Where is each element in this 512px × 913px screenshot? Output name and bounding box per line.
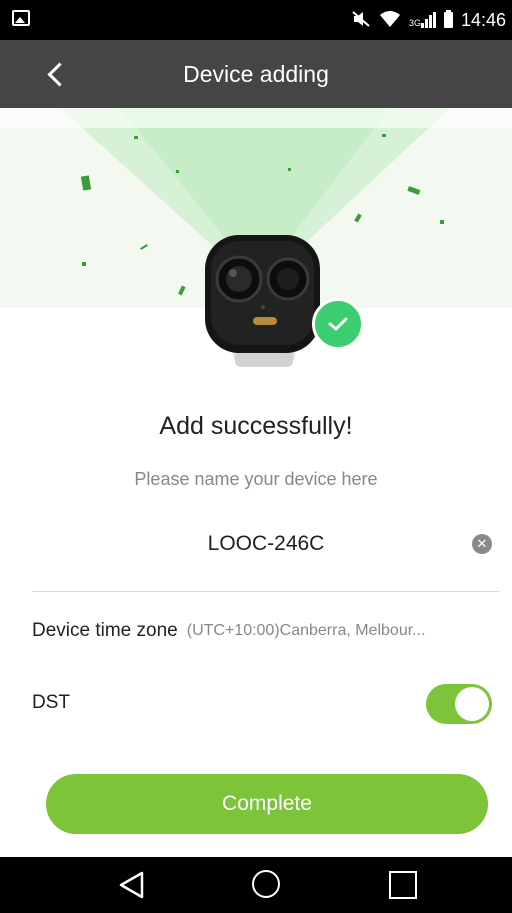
- chevron-left-icon: [46, 61, 72, 87]
- success-check-icon: [312, 298, 364, 350]
- page-title: Device adding: [183, 61, 329, 87]
- divider: [32, 591, 500, 592]
- back-button[interactable]: [36, 56, 76, 92]
- device-name-field[interactable]: LOOC-246C ✕: [32, 524, 500, 568]
- app-bar: Device adding: [0, 40, 512, 108]
- dst-toggle[interactable]: [426, 684, 492, 724]
- camera-icon: [205, 235, 320, 367]
- success-heading: Add successfully!: [159, 412, 353, 440]
- toggle-knob: [455, 687, 489, 721]
- time-zone-value: (UTC+10:00)Canberra, Melbour...: [186, 622, 426, 639]
- complete-button[interactable]: Complete: [46, 774, 488, 834]
- signal-icon: 3G: [409, 12, 436, 28]
- network-type: 3G: [408, 18, 421, 28]
- status-icons: 3G 14:46: [351, 0, 506, 40]
- battery-icon: [443, 10, 453, 28]
- status-time: 14:46: [460, 9, 506, 30]
- device-name-input[interactable]: LOOC-246C: [32, 532, 500, 556]
- status-bar: 3G 14:46: [0, 0, 512, 40]
- time-zone-row[interactable]: Device time zone (UTC+10:00)Canberra, Me…: [32, 613, 500, 649]
- dst-row: DST: [32, 684, 492, 724]
- system-nav-bar: [0, 857, 512, 913]
- clear-icon[interactable]: ✕: [472, 534, 492, 554]
- wifi-icon: [379, 10, 401, 31]
- dst-label: DST: [32, 692, 70, 713]
- mute-icon: [351, 10, 371, 31]
- nav-recent-apps-icon[interactable]: [389, 871, 417, 899]
- nav-home-icon[interactable]: [252, 870, 280, 898]
- nav-back-icon[interactable]: [116, 869, 148, 901]
- name-prompt: Please name your device here: [134, 469, 378, 489]
- time-zone-label: Device time zone: [32, 620, 178, 641]
- gallery-icon: [12, 10, 30, 26]
